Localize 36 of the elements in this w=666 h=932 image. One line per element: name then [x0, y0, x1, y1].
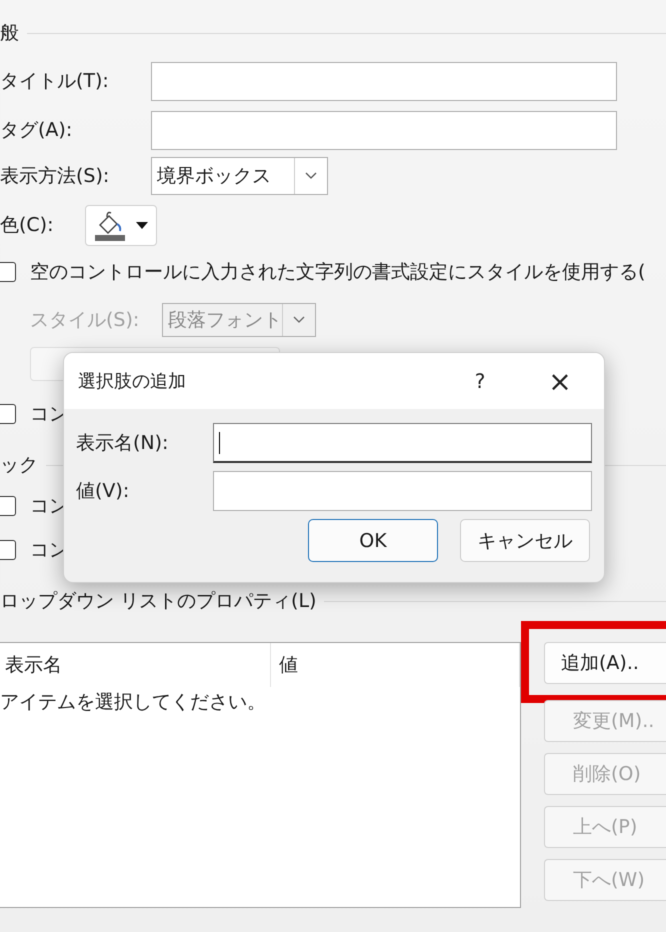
input-field[interactable]	[151, 62, 617, 100]
field-label: 表示方法(S):	[0, 164, 110, 189]
checkbox[interactable]	[0, 404, 16, 424]
section-heading: 般	[0, 21, 19, 46]
color-button[interactable]	[85, 204, 157, 246]
input-field[interactable]	[212, 471, 592, 511]
checkbox[interactable]	[0, 262, 16, 282]
checkbox[interactable]	[0, 496, 16, 516]
side-button[interactable]: 追加(A)..	[544, 642, 666, 684]
dialog-title: 選択肢の追加	[78, 370, 187, 393]
list-item[interactable]: アイテムを選択してください。	[0, 689, 520, 715]
field-label: スタイル(S):	[30, 308, 140, 333]
chevron-icon	[293, 316, 305, 324]
dropdown[interactable]: 境界ボックス	[151, 157, 328, 195]
checkbox[interactable]	[0, 540, 16, 560]
checkbox-label: 空のコントロールに入力された文字列の書式設定にスタイルを使用する(	[30, 260, 646, 285]
dropdown-arrow-icon	[136, 222, 148, 228]
field-label: タグ(A):	[0, 118, 74, 143]
field-label: タイトル(T):	[0, 69, 110, 94]
paint-bucket-icon	[94, 209, 128, 241]
section-heading: ロップダウン リストのプロパティ(L)	[0, 589, 316, 614]
dialog-button[interactable]: キャンセル	[460, 519, 590, 562]
column-header[interactable]: 値	[271, 643, 520, 687]
text-cursor	[218, 432, 220, 454]
list-view[interactable]: 表示名 値 アイテムを選択してください。	[0, 642, 521, 908]
help-button[interactable]: ?	[450, 368, 510, 394]
dialog-button[interactable]: OK	[308, 519, 438, 562]
input-field[interactable]	[212, 423, 592, 463]
field-label: 値(V):	[76, 479, 130, 504]
input-field[interactable]	[151, 110, 617, 150]
column-header[interactable]: 表示名	[0, 643, 271, 687]
close-button[interactable]: ×	[530, 364, 590, 398]
field-label: 表示名(N):	[76, 431, 170, 456]
field-label: 色(C):	[0, 213, 54, 238]
section-heading: ック	[0, 453, 38, 478]
chevron-icon	[305, 172, 317, 180]
